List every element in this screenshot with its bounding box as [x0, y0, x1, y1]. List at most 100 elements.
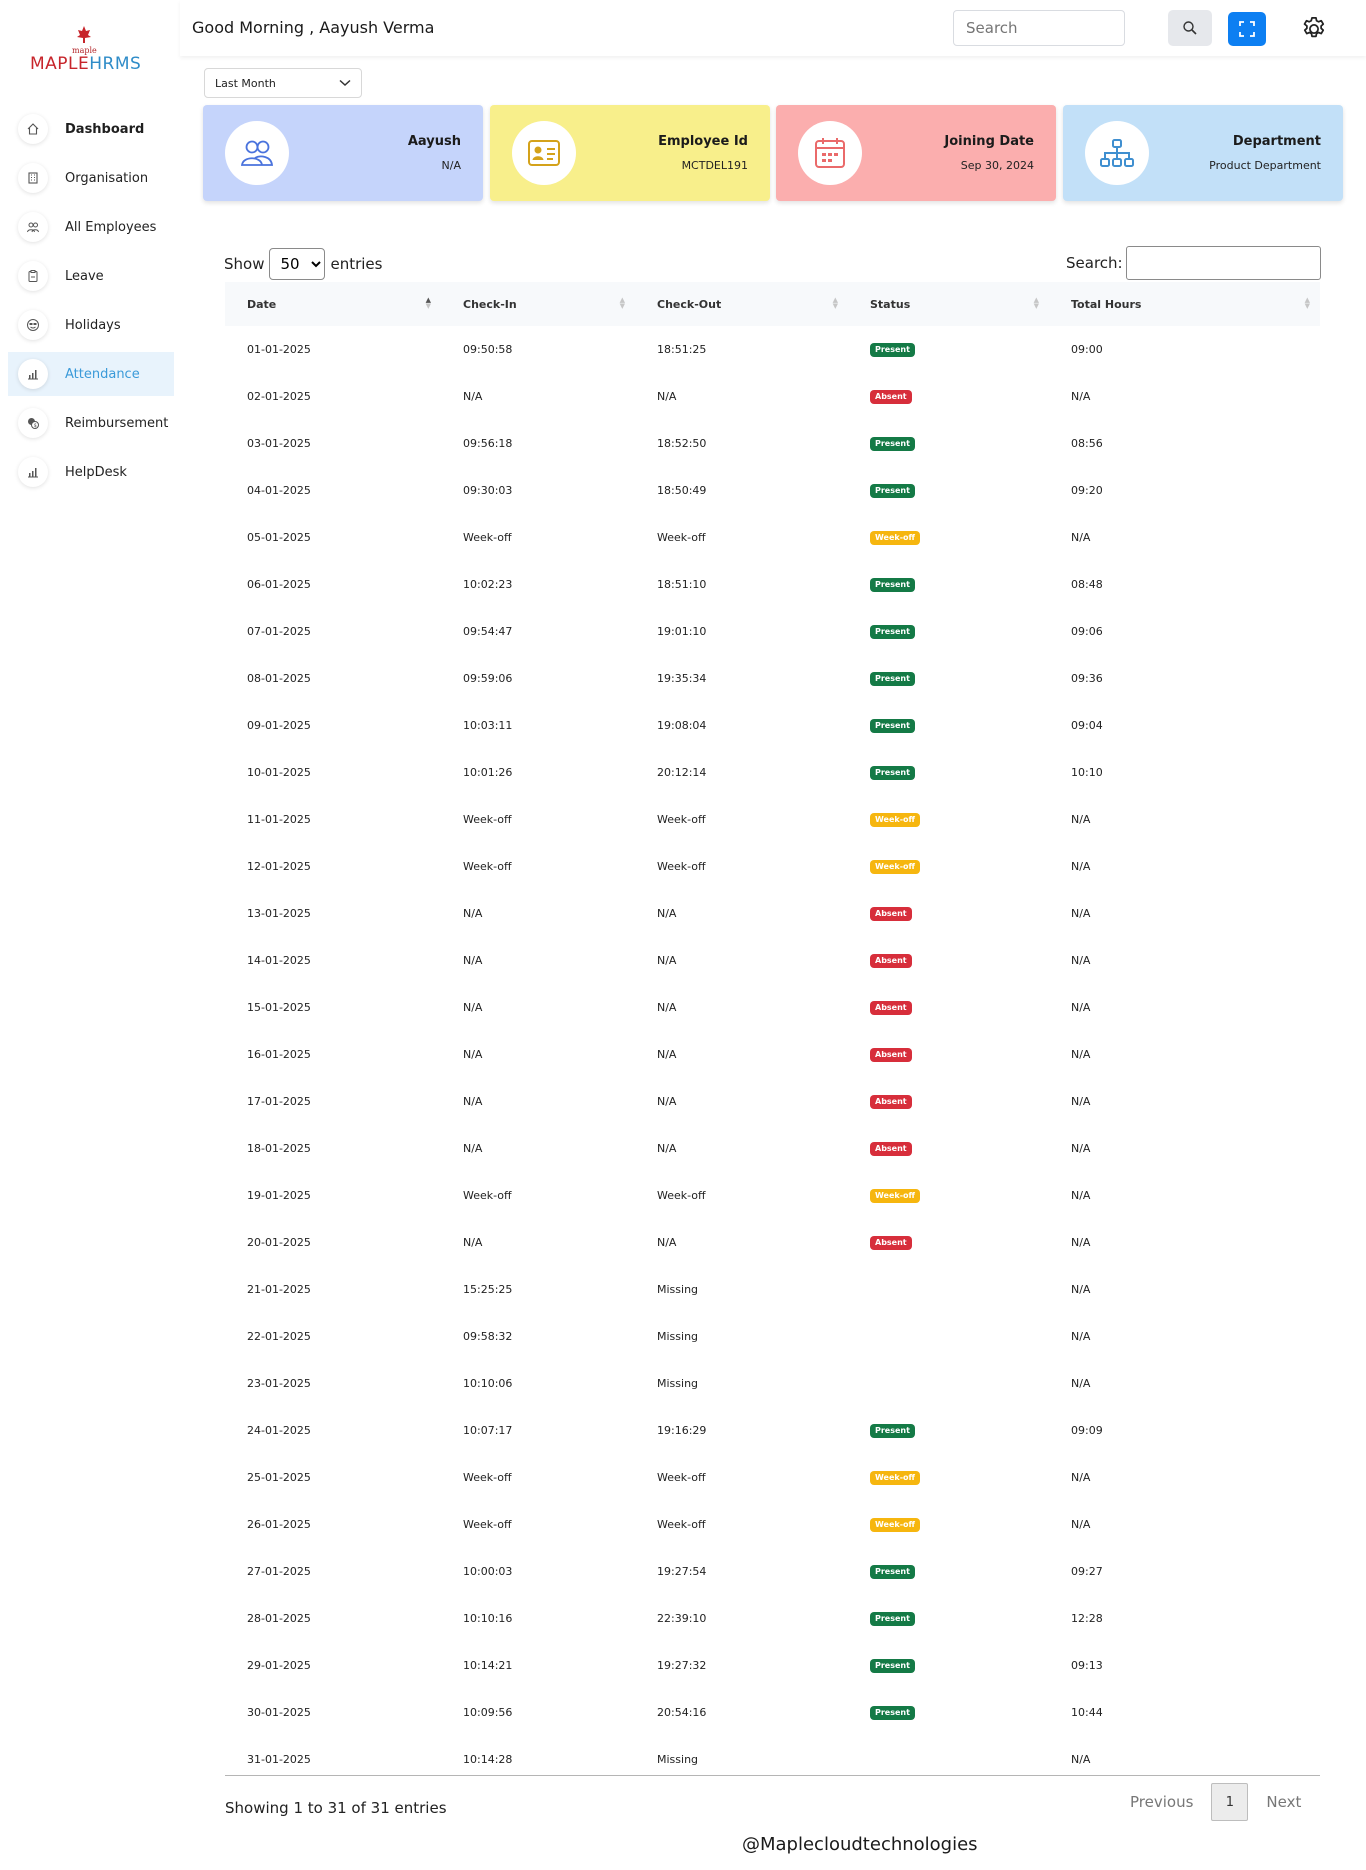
cell-date: 28-01-2025: [247, 1612, 311, 1625]
period-filter-select[interactable]: Last Month: [204, 68, 362, 98]
cell-status: Absent: [848, 373, 1049, 420]
sidebar-item-all-employees[interactable]: All Employees: [8, 205, 174, 249]
cell-date: 14-01-2025: [247, 954, 311, 967]
table-row: 12-01-2025 Week-off Week-off Week-off N/A: [225, 843, 1320, 890]
cell-total-hours: 09:13: [1071, 1659, 1103, 1672]
column-header-check-out[interactable]: Check-Out ▲ ▼: [635, 282, 848, 326]
cell-check-out: 19:16:29: [657, 1424, 707, 1437]
status-badge: Absent: [870, 907, 912, 921]
status-badge: Present: [870, 437, 915, 451]
card-value: MCTDEL191: [681, 159, 748, 172]
previous-page-button[interactable]: Previous: [1130, 1793, 1193, 1811]
cell-check-out: Week-off: [657, 860, 706, 873]
settings-button[interactable]: [1296, 11, 1332, 47]
cell-date: 22-01-2025: [247, 1330, 311, 1343]
cell-date: 02-01-2025: [247, 390, 311, 403]
column-header-status[interactable]: Status ▲ ▼: [848, 282, 1049, 326]
cell-total-hours: N/A: [1071, 1189, 1091, 1202]
cell-total-hours: 09:06: [1071, 625, 1103, 638]
cell-check-in: 10:07:17: [463, 1424, 513, 1437]
table-search-input[interactable]: [1125, 246, 1321, 280]
cell-check-out: Missing: [657, 1377, 699, 1390]
fullscreen-button[interactable]: [1228, 12, 1266, 46]
sidebar-item-helpdesk[interactable]: HelpDesk: [8, 450, 174, 494]
employee-id-card: Employee Id MCTDEL191: [490, 105, 770, 201]
cell-status: Week-off: [848, 1172, 1049, 1219]
sidebar-item-holidays[interactable]: Holidays: [8, 303, 174, 347]
column-header-check-in[interactable]: Check-In ▲ ▼: [441, 282, 635, 326]
cell-status: Present: [848, 1689, 1049, 1736]
cell-total-hours: N/A: [1071, 1001, 1091, 1014]
cell-status: Absent: [848, 1078, 1049, 1125]
table-search: Search:: [1066, 246, 1321, 280]
cell-check-out: 18:52:50: [657, 437, 707, 450]
cell-date: 26-01-2025: [247, 1518, 311, 1531]
sidebar-item-dashboard[interactable]: Dashboard: [8, 107, 174, 151]
cell-date: 24-01-2025: [247, 1424, 311, 1437]
cell-date: 12-01-2025: [247, 860, 311, 873]
sidebar-item-attendance[interactable]: Attendance: [8, 352, 174, 396]
card-title: Employee Id: [658, 134, 748, 149]
status-badge: Present: [870, 484, 915, 498]
page-number-button[interactable]: 1: [1211, 1783, 1249, 1821]
cell-check-in: 10:10:16: [463, 1612, 513, 1625]
cell-status: Absent: [848, 937, 1049, 984]
cell-date: 19-01-2025: [247, 1189, 311, 1202]
cell-total-hours: N/A: [1071, 1048, 1091, 1061]
cell-status: Present: [848, 561, 1049, 608]
table-row: 11-01-2025 Week-off Week-off Week-off N/A: [225, 796, 1320, 843]
building-icon: [18, 163, 48, 193]
table-row: 03-01-2025 09:56:18 18:52:50 Present 08:56: [225, 420, 1320, 467]
cell-status: Present: [848, 1548, 1049, 1595]
table-row: 21-01-2025 15:25:25 Missing N/A: [225, 1266, 1320, 1313]
cell-check-out: 19:27:54: [657, 1565, 707, 1578]
table-row: 09-01-2025 10:03:11 19:08:04 Present 09:04: [225, 702, 1320, 749]
cell-date: 18-01-2025: [247, 1142, 311, 1155]
cell-check-out: N/A: [657, 1001, 677, 1014]
home-icon: [18, 114, 48, 144]
cell-check-in: Week-off: [463, 1518, 512, 1531]
cell-total-hours: 09:27: [1071, 1565, 1103, 1578]
column-header-total-hours[interactable]: Total Hours ▲ ▼: [1049, 282, 1320, 326]
column-header-date[interactable]: Date ▲ ▼: [225, 282, 441, 326]
department-card: Department Product Department: [1063, 105, 1343, 201]
brand-logo[interactable]: maple MAPLEHRMS: [30, 26, 141, 80]
cell-date: 03-01-2025: [247, 437, 311, 450]
cell-status: Present: [848, 655, 1049, 702]
cell-check-in: N/A: [463, 1236, 483, 1249]
cell-check-in: N/A: [463, 1048, 483, 1061]
joining-date-card: Joining Date Sep 30, 2024: [776, 105, 1056, 201]
cell-check-in: N/A: [463, 954, 483, 967]
cell-check-in: 10:14:21: [463, 1659, 513, 1672]
status-badge: Present: [870, 1424, 915, 1438]
sidebar-item-leave[interactable]: Leave: [8, 254, 174, 298]
entries-select[interactable]: 50: [269, 248, 326, 280]
status-badge: Present: [870, 672, 915, 686]
svg-text:$: $: [34, 423, 37, 429]
cell-date: 17-01-2025: [247, 1095, 311, 1108]
cell-status: Present: [848, 608, 1049, 655]
next-page-button[interactable]: Next: [1266, 1793, 1301, 1811]
card-value: Sep 30, 2024: [960, 159, 1034, 172]
cell-check-in: N/A: [463, 1142, 483, 1155]
sidebar-item-organisation[interactable]: Organisation: [8, 156, 174, 200]
search-button[interactable]: [1168, 10, 1212, 46]
cell-check-in: 09:56:18: [463, 437, 513, 450]
cell-status: Absent: [848, 1031, 1049, 1078]
table-row: 15-01-2025 N/A N/A Absent N/A: [225, 984, 1320, 1031]
search-input[interactable]: [953, 10, 1125, 46]
table-row: 13-01-2025 N/A N/A Absent N/A: [225, 890, 1320, 937]
sidebar-item-reimbursement[interactable]: $ Reimbursement: [8, 401, 174, 445]
cell-total-hours: N/A: [1071, 1236, 1091, 1249]
cell-check-out: 20:12:14: [657, 766, 707, 779]
cell-date: 15-01-2025: [247, 1001, 311, 1014]
org-chart-icon: [1085, 121, 1149, 185]
cell-date: 11-01-2025: [247, 813, 311, 826]
cell-check-out: N/A: [657, 390, 677, 403]
attendance-table-panel: Show 50 entries Search: Date ▲ ▼ Check-In ▲…: [180, 222, 1354, 1825]
cell-check-in: 10:00:03: [463, 1565, 513, 1578]
cell-check-in: Week-off: [463, 860, 512, 873]
cell-check-in: 09:58:32: [463, 1330, 513, 1343]
table-row: 17-01-2025 N/A N/A Absent N/A: [225, 1078, 1320, 1125]
cell-date: 04-01-2025: [247, 484, 311, 497]
